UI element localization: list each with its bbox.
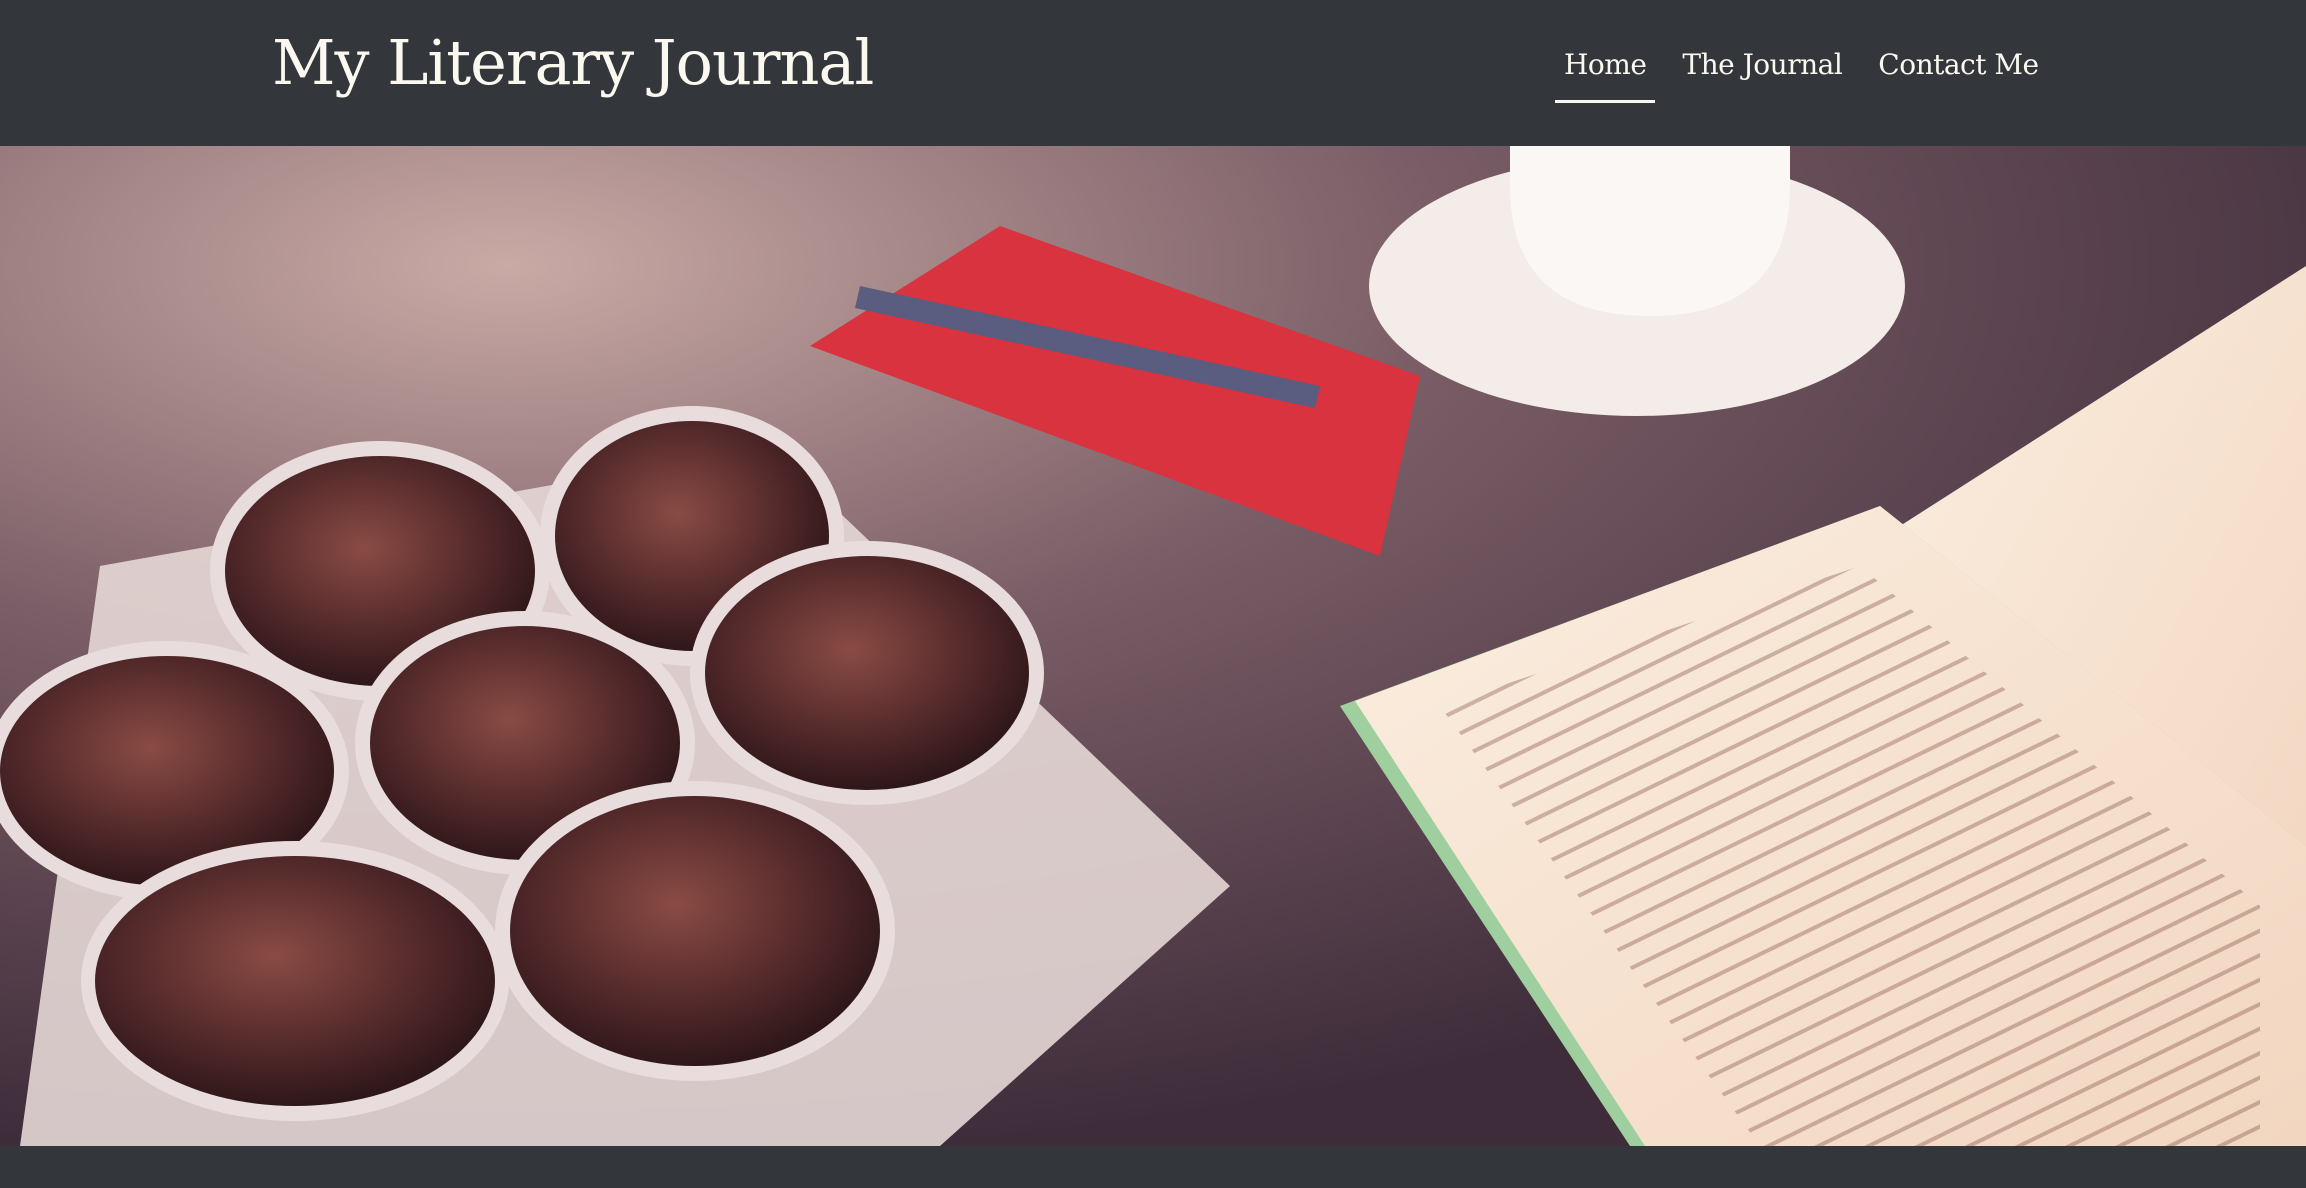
- hero-illustration: [0, 146, 2306, 1146]
- nav-home[interactable]: Home: [1555, 48, 1656, 103]
- site-header: My Literary Journal Home The Journal Con…: [0, 0, 2306, 146]
- nav-contact-me[interactable]: Contact Me: [1869, 48, 2047, 103]
- site-title[interactable]: My Literary Journal: [272, 26, 874, 99]
- hero-image: [0, 146, 2306, 1146]
- muffin: [705, 556, 1029, 790]
- muffin: [510, 796, 880, 1066]
- nav-the-journal[interactable]: The Journal: [1673, 48, 1851, 103]
- muffin: [95, 856, 495, 1106]
- footer-bar: [0, 1146, 2306, 1188]
- main-nav: Home The Journal Contact Me: [1555, 48, 2066, 103]
